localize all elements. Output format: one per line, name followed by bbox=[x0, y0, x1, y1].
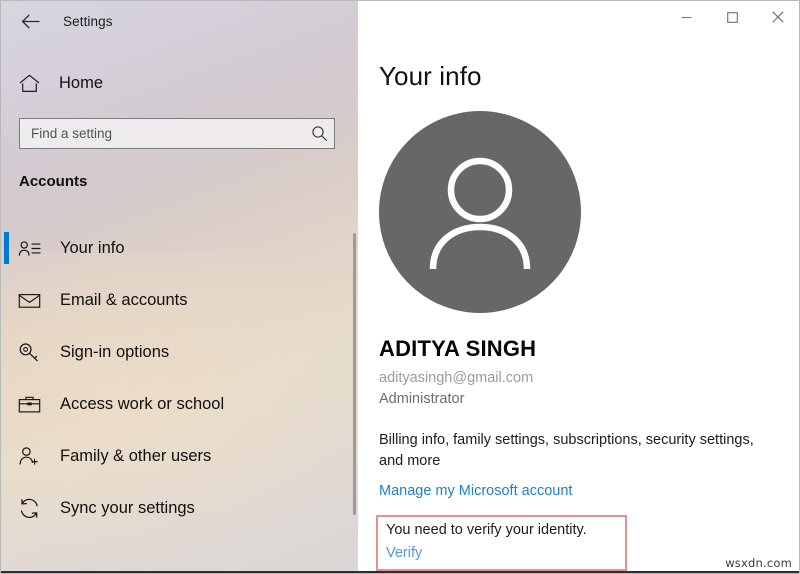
back-arrow-icon[interactable] bbox=[9, 5, 51, 37]
search-icon[interactable] bbox=[304, 125, 334, 142]
titlebar-left: Settings bbox=[1, 1, 358, 41]
account-description: Billing info, family settings, subscript… bbox=[379, 432, 754, 469]
home-icon bbox=[17, 74, 41, 93]
sidebar-item-family-other-users[interactable]: Family & other users bbox=[1, 438, 353, 474]
watermark: wsxdn.com bbox=[725, 556, 792, 570]
section-title: Accounts bbox=[19, 173, 88, 190]
sidebar-item-signin-options[interactable]: Sign-in options bbox=[1, 334, 353, 370]
envelope-icon bbox=[16, 292, 42, 309]
user-role: Administrator bbox=[379, 391, 465, 407]
main-content: Your info ADITYA SINGH adityasingh@gmail… bbox=[358, 1, 799, 573]
maximize-icon[interactable] bbox=[709, 1, 755, 33]
sidebar-item-sync-your-settings-label: Sync your settings bbox=[60, 498, 195, 517]
sidebar-scrollbar[interactable] bbox=[353, 233, 356, 515]
sync-icon bbox=[16, 498, 42, 519]
person-avatar-icon bbox=[429, 157, 531, 270]
sidebar-item-your-info[interactable]: Your info bbox=[1, 230, 353, 266]
contact-card-icon bbox=[16, 240, 42, 257]
sidebar-item-home[interactable]: Home bbox=[1, 67, 331, 99]
sidebar-item-family-other-users-label: Family & other users bbox=[60, 446, 212, 465]
verify-link[interactable]: Verify bbox=[386, 545, 422, 561]
selection-indicator bbox=[4, 232, 9, 264]
sidebar-item-sync-your-settings[interactable]: Sync your settings bbox=[1, 490, 353, 526]
sidebar-item-home-label: Home bbox=[59, 73, 104, 92]
settings-window: Settings Home Find a setting Accounts Yo… bbox=[0, 0, 800, 574]
minimize-icon[interactable] bbox=[663, 1, 709, 33]
sidebar-item-signin-options-label: Sign-in options bbox=[60, 342, 170, 361]
sidebar-nav-list: Your info Email & accounts Sign-in optio… bbox=[1, 230, 353, 542]
user-email: adityasingh@gmail.com bbox=[379, 370, 534, 386]
sidebar-item-email-accounts[interactable]: Email & accounts bbox=[1, 282, 353, 318]
app-title: Settings bbox=[63, 13, 113, 29]
page-title: Your info bbox=[379, 61, 482, 91]
sidebar: Settings Home Find a setting Accounts Yo… bbox=[1, 1, 358, 573]
search-box[interactable] bbox=[19, 118, 335, 149]
sidebar-item-email-accounts-label: Email & accounts bbox=[60, 290, 188, 309]
avatar bbox=[379, 111, 581, 313]
search-input[interactable] bbox=[20, 119, 304, 148]
close-icon[interactable] bbox=[755, 1, 799, 33]
user-name: ADITYA SINGH bbox=[379, 336, 537, 361]
verify-identity-message: You need to verify your identity. bbox=[386, 522, 587, 538]
sidebar-item-your-info-label: Your info bbox=[60, 238, 125, 257]
manage-microsoft-account-link[interactable]: Manage my Microsoft account bbox=[379, 483, 572, 499]
verify-identity-annotation-box: You need to verify your identity. Verify bbox=[376, 515, 627, 571]
key-icon bbox=[16, 342, 42, 363]
briefcase-icon bbox=[16, 395, 42, 414]
sidebar-item-access-work-school-label: Access work or school bbox=[60, 394, 225, 413]
sidebar-item-access-work-school[interactable]: Access work or school bbox=[1, 386, 353, 422]
window-controls bbox=[663, 1, 799, 33]
person-plus-icon bbox=[16, 446, 42, 466]
